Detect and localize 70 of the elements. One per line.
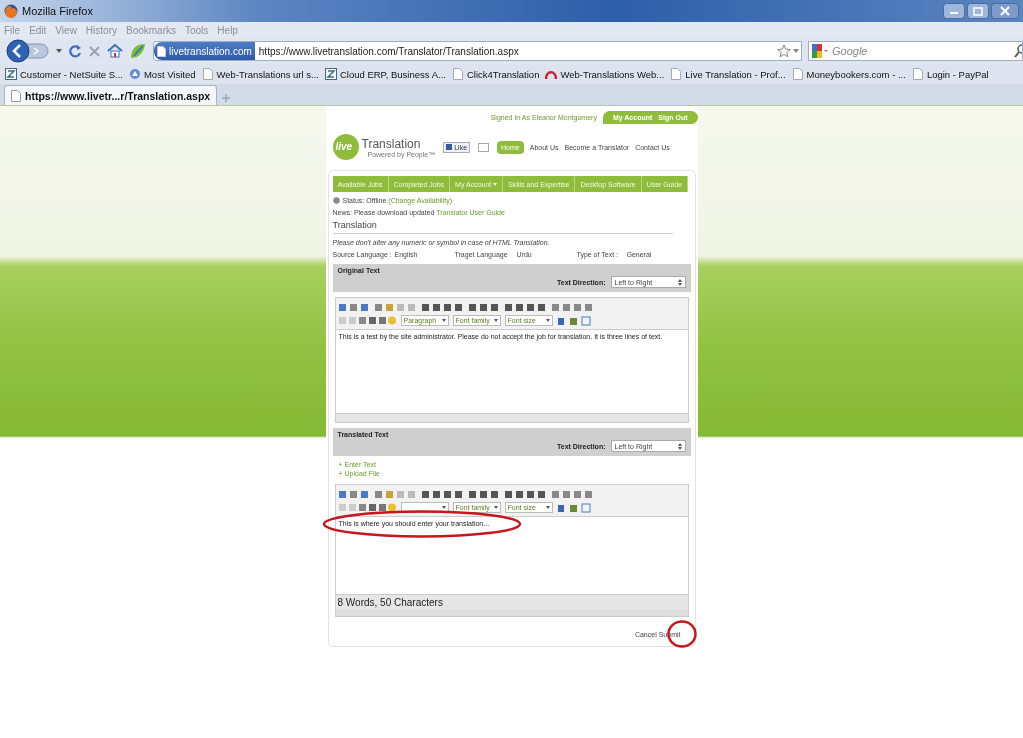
page-icon — [451, 68, 464, 80]
bookmark-star-icon[interactable] — [777, 44, 791, 58]
page-icon — [911, 68, 924, 80]
back-button-icon[interactable] — [6, 39, 50, 63]
address-bar[interactable]: livetranslation.com https://www.livetranslation.com/Translator/Translation.aspx — [153, 41, 802, 61]
browser-tab[interactable]: https://www.livetr...r/Translation.aspx — [4, 85, 218, 105]
like-count-bubble — [478, 142, 490, 152]
bookmark-item[interactable]: Cloud ERP, Business A... — [324, 68, 446, 80]
color-buttons-drawing[interactable] — [556, 502, 591, 513]
menu-item[interactable]: View — [55, 24, 77, 36]
dropdown-arrow-icon — [441, 319, 446, 322]
dropdown-arrow-icon — [493, 506, 498, 509]
netsuite-bookmark-icon — [5, 68, 17, 80]
search-icon[interactable] — [1014, 44, 1022, 58]
logo-badge — [331, 133, 360, 161]
facebook-icon — [446, 144, 453, 150]
page-icon — [670, 68, 683, 80]
dropdown-arrow-icon — [493, 182, 498, 186]
bookmark-item[interactable]: Click4Translation — [451, 68, 540, 80]
bookmark-item[interactable]: Web-Translations url s... — [201, 68, 319, 80]
bookmark-item[interactable]: Web-Translations Web... — [545, 68, 665, 80]
page-icon — [201, 68, 214, 80]
dropdown-arrow-icon — [441, 506, 446, 509]
close-icon[interactable] — [991, 3, 1019, 19]
updown-arrows-icon — [677, 442, 682, 450]
menu-item[interactable]: Bookmarks — [126, 24, 176, 36]
page-icon — [11, 89, 21, 102]
formatting-buttons-drawing[interactable] — [338, 490, 594, 499]
netsuite-bookmark-icon — [324, 68, 337, 80]
toolbar-select[interactable] — [400, 502, 449, 513]
page-icon — [157, 45, 166, 57]
color-buttons-drawing[interactable] — [556, 315, 591, 326]
reload-icon[interactable] — [68, 44, 82, 58]
dropdown-arrow-icon — [545, 506, 550, 509]
dropdown-arrow-icon[interactable] — [791, 49, 801, 53]
section-heading: Translation — [332, 220, 673, 234]
minimize-icon[interactable] — [943, 3, 965, 19]
menu-item[interactable]: Edit — [29, 24, 47, 36]
menu-item[interactable]: History — [85, 24, 117, 36]
dropdown-arrow-icon — [493, 319, 498, 322]
window-title: Mozilla Firefox — [22, 5, 94, 17]
folder-bookmark-icon — [128, 68, 141, 80]
bookmark-item[interactable]: Live Translation - Prof... — [670, 68, 786, 80]
restore-icon[interactable] — [967, 3, 989, 19]
search-field[interactable]: Google — [808, 41, 1023, 61]
firefox-logo-icon — [4, 4, 18, 18]
site-identity-label: livetranslation.com — [169, 45, 252, 57]
search-engine-icon[interactable] — [811, 43, 829, 59]
logo-text: Translation — [361, 136, 422, 151]
menu-item[interactable]: Tools — [185, 24, 209, 36]
bookmark-item[interactable]: Customer - NetSuite S... — [5, 68, 123, 80]
editing-buttons-drawing[interactable] — [338, 503, 397, 512]
bookmark-item[interactable]: Most Visited — [128, 68, 196, 80]
leaf-logo-icon[interactable] — [129, 42, 147, 60]
editing-buttons-drawing[interactable] — [338, 316, 397, 325]
menu-item[interactable]: File — [4, 24, 21, 36]
logo-mark: live — [335, 141, 353, 152]
url-text: https://www.livetranslation.com/Translator/Translation.aspx — [258, 45, 520, 57]
home-icon[interactable] — [107, 44, 123, 58]
bookmark-item[interactable]: Moneybookers.com - ... — [791, 68, 906, 80]
arc-icon — [545, 68, 558, 80]
word-count: 8 Words, 50 Characters — [335, 594, 688, 610]
formatting-buttons-drawing[interactable] — [338, 303, 594, 312]
dropdown-arrow-icon[interactable] — [56, 49, 62, 53]
dropdown-arrow-icon — [545, 319, 550, 322]
bookmark-item[interactable]: Login - PayPal — [911, 68, 989, 80]
page-icon — [791, 68, 804, 80]
menu-item[interactable]: Help — [217, 24, 238, 36]
updown-arrows-icon — [677, 278, 682, 286]
status-globe-icon — [332, 197, 340, 204]
